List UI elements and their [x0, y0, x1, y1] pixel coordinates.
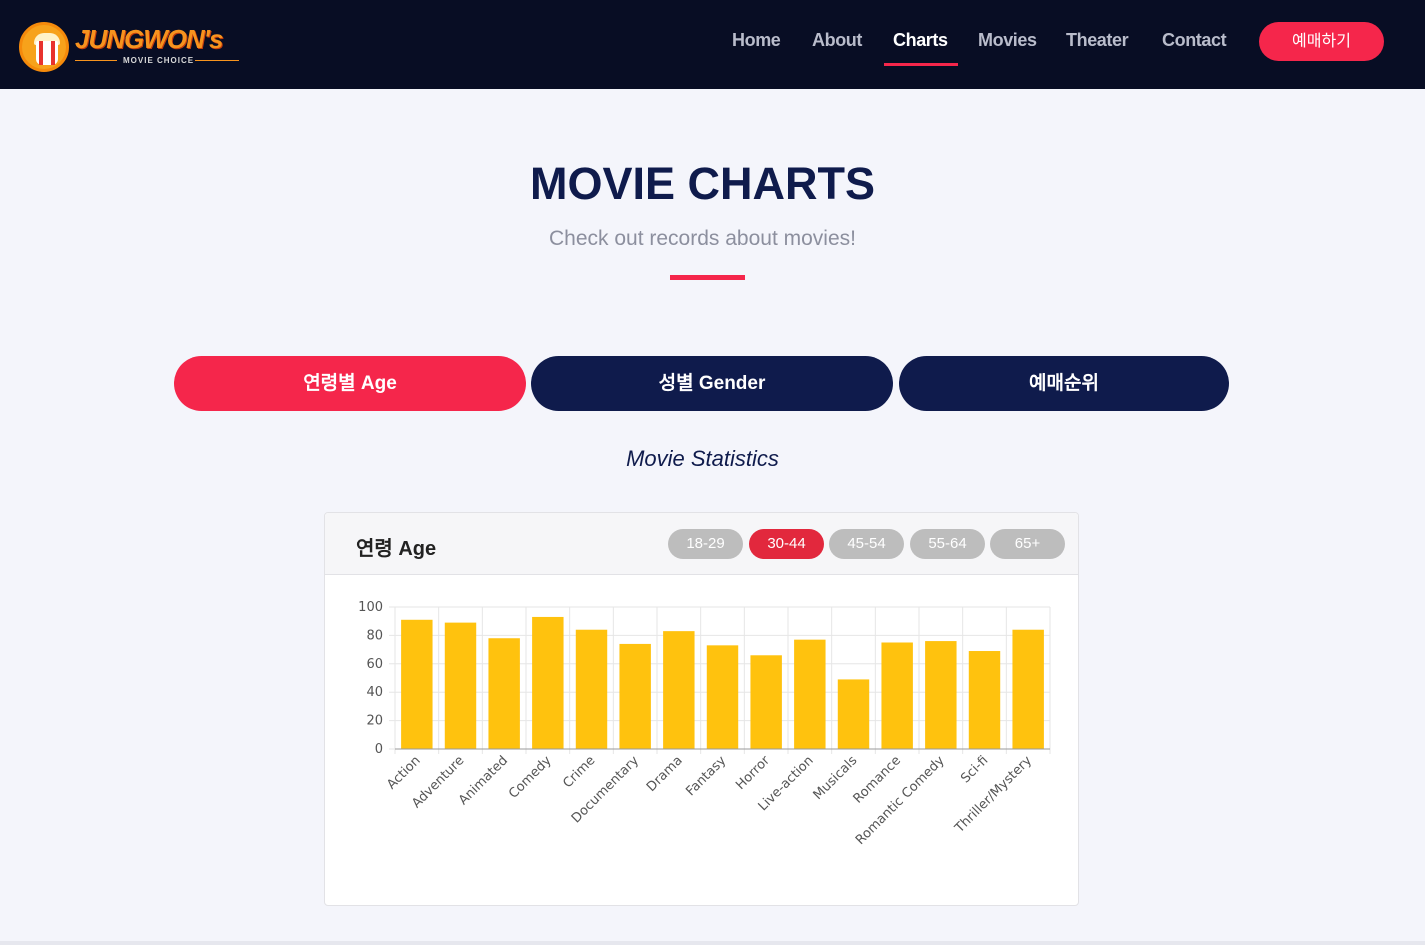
tab-gender[interactable]: 성별 Gender: [531, 356, 893, 411]
x-tick-label: Crime: [560, 753, 598, 791]
footer-edge: [0, 941, 1425, 945]
bar: [488, 638, 520, 749]
page-title: MOVIE CHARTS: [529, 158, 875, 209]
site-header: JUNGWON's MOVIE CHOICE Home About Charts…: [0, 0, 1425, 89]
bar: [881, 642, 913, 749]
bar: [837, 679, 870, 749]
nav-about[interactable]: About: [812, 30, 862, 51]
bar: [706, 645, 739, 749]
active-nav-underline: [884, 63, 958, 66]
bar: [619, 643, 651, 749]
x-tick-label: Fantasy: [683, 753, 729, 799]
y-tick-label: 40: [366, 685, 383, 700]
nav-movies[interactable]: Movies: [978, 30, 1037, 51]
bar: [444, 622, 477, 749]
y-tick-label: 80: [366, 628, 383, 643]
nav-home[interactable]: Home: [732, 30, 781, 51]
age-filter-55-64[interactable]: 55-64: [910, 529, 985, 559]
site-logo[interactable]: JUNGWON's MOVIE CHOICE: [19, 18, 241, 72]
y-tick-label: 60: [366, 657, 383, 672]
logo-text: JUNGWON's: [75, 24, 223, 54]
x-tick-label: Sci-fi: [958, 753, 991, 786]
bar: [1012, 629, 1044, 749]
x-tick-label: Action: [384, 753, 423, 792]
x-tick-label: Thriller/Mystery: [952, 753, 1036, 837]
nav-contact[interactable]: Contact: [1162, 30, 1227, 51]
bar: [575, 629, 608, 749]
age-bar-chart: 020406080100ActionAdventureAnimatedComed…: [358, 600, 1051, 848]
bar: [750, 655, 782, 749]
card-header: 연령 Age 18-29 30-44 45-54 55-64 65+: [325, 513, 1078, 575]
tab-age[interactable]: 연령별 Age: [174, 356, 526, 411]
bar: [663, 631, 695, 749]
y-tick-label: 100: [358, 600, 383, 615]
logo-subtitle: MOVIE CHOICE: [123, 56, 195, 65]
x-tick-label: Horror: [733, 753, 773, 793]
page-subtitle: Check out records about movies!: [549, 227, 856, 250]
bar: [401, 619, 433, 749]
nav-charts[interactable]: Charts: [893, 30, 948, 51]
x-tick-label: Drama: [644, 753, 686, 795]
bar: [794, 639, 826, 749]
age-chart-card: 연령 Age 18-29 30-44 45-54 55-64 65+ 0 20 40…: [324, 512, 1079, 906]
tab-booking-rank[interactable]: 예매순위: [899, 356, 1229, 411]
card-title: 연령 Age: [356, 538, 437, 560]
book-ticket-button[interactable]: 예매하기: [1259, 22, 1384, 61]
age-filter-18-29[interactable]: 18-29: [668, 529, 743, 559]
popcorn-icon: [19, 22, 69, 72]
age-filter-45-54[interactable]: 45-54: [829, 529, 904, 559]
stats-title: Movie Statistics: [626, 446, 779, 471]
bar: [968, 651, 1001, 749]
age-filter-30-44[interactable]: 30-44: [749, 529, 824, 559]
bar: [532, 616, 564, 749]
y-tick-label: 20: [366, 714, 383, 729]
age-filter-65-plus[interactable]: 65+: [990, 529, 1065, 559]
bar: [925, 641, 957, 749]
nav-theater[interactable]: Theater: [1066, 30, 1129, 51]
y-tick-label: 0: [375, 742, 383, 757]
title-divider: [670, 275, 745, 280]
x-tick-label: Comedy: [506, 753, 555, 802]
